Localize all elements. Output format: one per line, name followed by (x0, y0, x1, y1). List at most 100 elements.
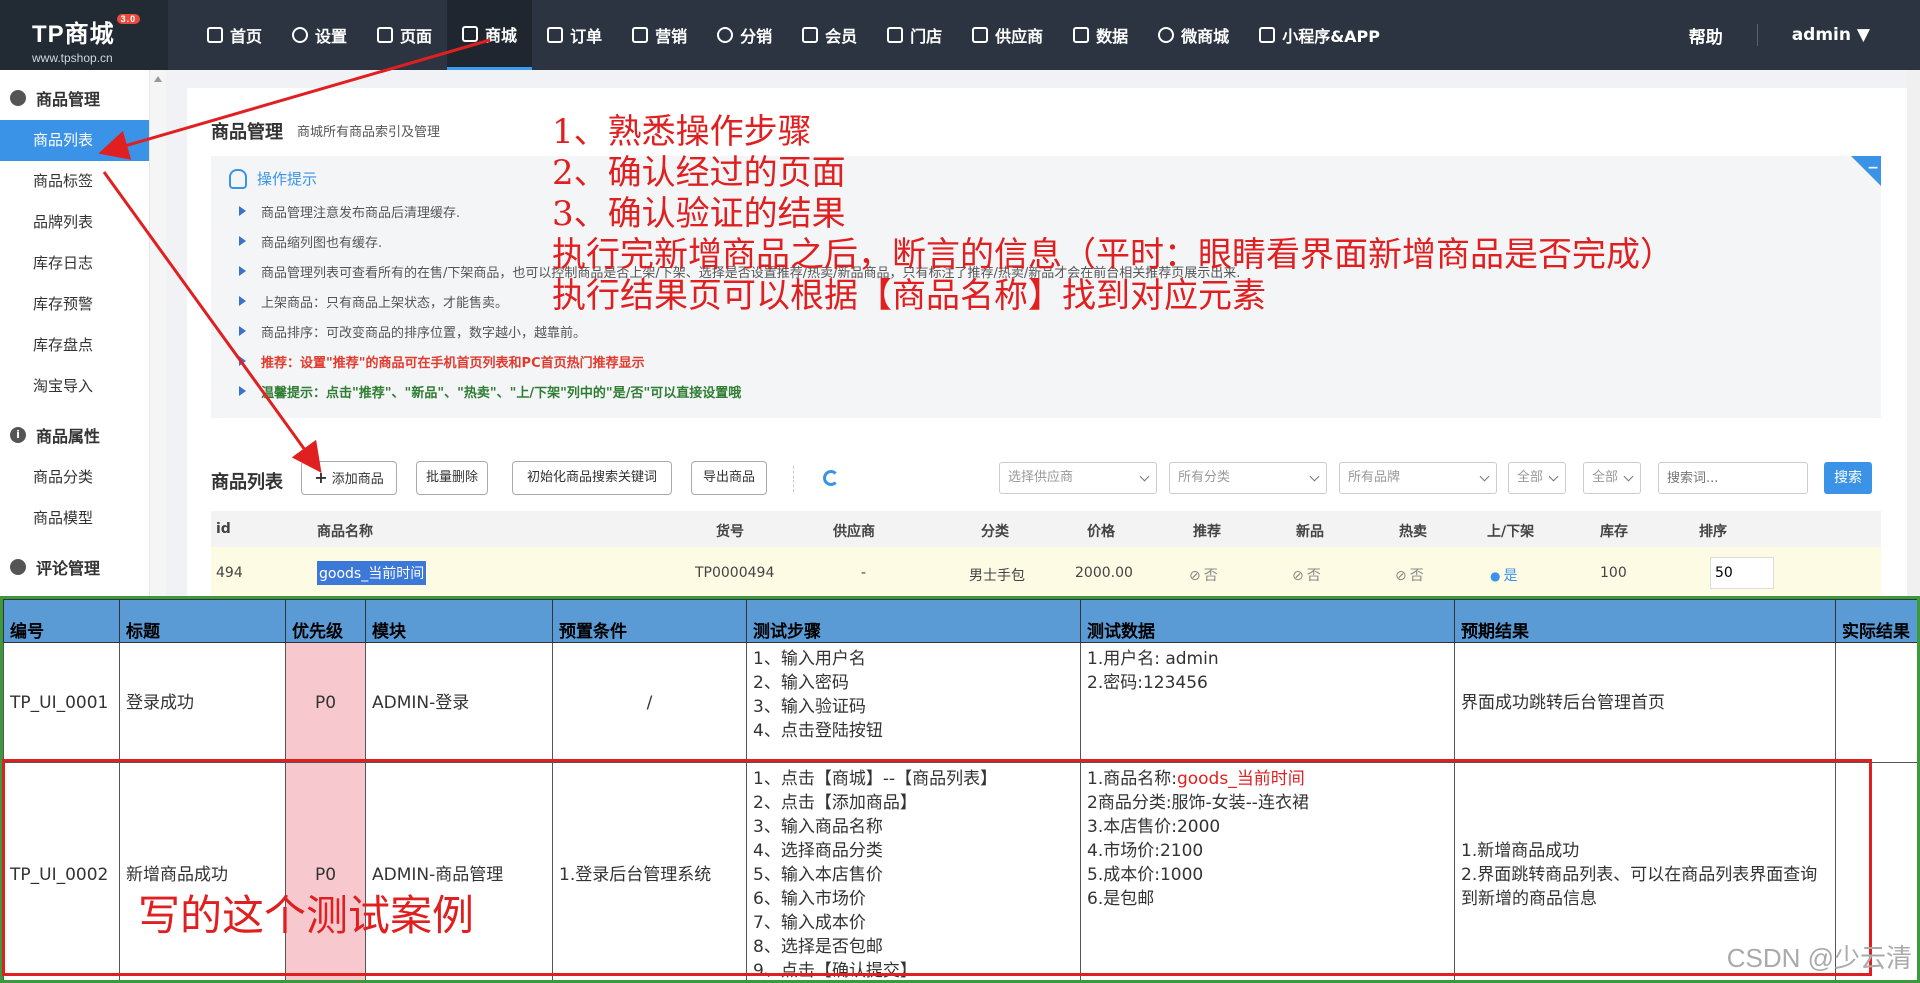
expected-line: 2.界面跳转商品列表、可以在商品列表界面查询到新增的商品信息 (1461, 865, 1818, 909)
nav-orders[interactable]: 订单 (532, 0, 617, 70)
logo-name: TP商城 (32, 21, 115, 48)
cell-goods-name[interactable]: goods_当前时间 (317, 561, 427, 585)
cube-icon (1259, 27, 1276, 43)
refresh-icon[interactable] (823, 470, 839, 486)
step-line: 8、选择是否包邮 (753, 937, 883, 957)
cell-id: 494 (216, 565, 243, 581)
sidebar-item-taobao-import[interactable]: 淘宝导入 (0, 366, 149, 407)
nav-home[interactable]: 首页 (192, 0, 277, 70)
goods-table-header: id 商品名称 货号 供应商 分类 价格 推荐 新品 热卖 上/下架 库存 排序 (211, 511, 1881, 547)
nav-right: 帮助 admin ▼ (1689, 0, 1870, 70)
sidebar-item-stock-alert[interactable]: 库存预警 (0, 284, 149, 325)
col-recommend[interactable]: 推荐 (1193, 521, 1221, 541)
logo-url: www.tpshop.cn (32, 51, 113, 65)
sidebar-group-comments[interactable]: 评论管理 (0, 545, 149, 589)
step-line: 7、输入成本价 (753, 913, 866, 933)
comment-icon (10, 559, 26, 575)
page-icon (377, 27, 394, 43)
collapse-toggle[interactable]: − (1851, 156, 1881, 186)
sidebar-item-goods-tags[interactable]: 商品标签 (0, 161, 149, 202)
search-input[interactable] (1658, 462, 1808, 494)
col-category[interactable]: 分类 (981, 521, 1009, 541)
col-on-sale[interactable]: 上/下架 (1487, 521, 1534, 541)
home-icon (207, 27, 223, 43)
nav-divider (1756, 24, 1758, 46)
col-new[interactable]: 新品 (1296, 521, 1324, 541)
supplier-select[interactable]: 选择供应商 (999, 462, 1157, 494)
col-id[interactable]: id (216, 521, 231, 537)
th-precondition: 预置条件 (552, 599, 747, 643)
col-supplier[interactable]: 供应商 (833, 521, 875, 541)
tip-item: 上架商品：只有商品上架状态，才能售卖。 (238, 292, 508, 311)
col-sort[interactable]: 排序 (1699, 521, 1727, 541)
nav-label: 数据 (1096, 27, 1129, 46)
tc-module: ADMIN-商品管理 (365, 762, 553, 980)
col-stock[interactable]: 库存 (1600, 521, 1628, 541)
nav-members[interactable]: 会员 (787, 0, 872, 70)
nav-label: 设置 (315, 27, 348, 46)
tc-module: ADMIN-登录 (365, 642, 553, 763)
gear-icon (292, 27, 309, 43)
button-label: 添加商品 (331, 472, 384, 487)
nav-marketing[interactable]: 营销 (617, 0, 702, 70)
batch-delete-button[interactable]: 批量删除 (416, 461, 488, 495)
page-scrollbar[interactable] (1907, 70, 1920, 600)
step-line: 5、输入本店售价 (753, 865, 883, 885)
main-panel: 商品管理 商城所有商品索引及管理 操作提示 商品管理注意发布商品后清理缓存. 商… (187, 88, 1907, 600)
user-menu[interactable]: admin ▼ (1792, 25, 1870, 45)
cell-new-toggle[interactable]: 否 (1292, 565, 1321, 585)
category-select[interactable]: 所有分类 (1169, 462, 1327, 494)
tip-item: 商品管理注意发布商品后清理缓存. (238, 202, 460, 221)
store-icon (887, 27, 904, 43)
info-icon: i (10, 427, 26, 443)
nav-mall[interactable]: 商城 (447, 0, 533, 70)
col-hot[interactable]: 热卖 (1399, 521, 1427, 541)
nav-wechat-mall[interactable]: 微商城 (1143, 0, 1244, 70)
logo[interactable]: TP商城3.0 www.tpshop.cn (0, 0, 168, 70)
tips-header[interactable]: 操作提示 (229, 168, 317, 189)
help-link[interactable]: 帮助 (1689, 23, 1723, 48)
add-goods-button[interactable]: + 添加商品 (301, 461, 397, 495)
sidebar-group-goods[interactable]: 商品管理 (0, 76, 149, 120)
type-select[interactable]: 全部 (1583, 462, 1641, 494)
nav-distribution[interactable]: 分销 (702, 0, 787, 70)
sort-input[interactable] (1710, 557, 1774, 589)
col-price[interactable]: 价格 (1087, 521, 1115, 541)
tc-steps: 1、输入用户名 2、输入密码 3、输入验证码 4、点击登陆按钮 (746, 642, 1081, 763)
cell-category: 男士手包 (969, 568, 1025, 584)
col-sn[interactable]: 货号 (716, 521, 744, 541)
cell-recommend-toggle[interactable]: 否 (1189, 565, 1218, 585)
th-steps: 测试步骤 (746, 599, 1081, 643)
nav-suppliers[interactable]: 供应商 (957, 0, 1058, 70)
cell-hot-toggle[interactable]: 否 (1395, 565, 1424, 585)
data-line: 3.本店售价:2000 (1087, 817, 1221, 837)
nav-settings[interactable]: 设置 (277, 0, 362, 70)
tip-item-hint: 温馨提示：点击"推荐"、"新品"、"热卖"、"上/下架"列中的"是/否"可以直接… (238, 382, 741, 401)
init-keywords-button[interactable]: 初始化商品搜索关键词 (512, 461, 672, 495)
nav-label: 分销 (740, 27, 773, 46)
scroll-up-icon (154, 76, 162, 82)
col-name[interactable]: 商品名称 (317, 521, 373, 541)
data-line-goods-name: 1.商品名称:goods_当前时间 (1087, 767, 1448, 791)
cell-on-sale-toggle[interactable]: 是 (1490, 565, 1517, 585)
tip-item-recommend: 推荐：设置"推荐"的商品可在手机首页列表和PC首页热门推荐显示 (239, 352, 645, 371)
nav-stores[interactable]: 门店 (872, 0, 957, 70)
sidebar-item-categories[interactable]: 商品分类 (0, 457, 149, 498)
sidebar-item-stock-check[interactable]: 库存盘点 (0, 325, 149, 366)
sidebar-item-stock-log[interactable]: 库存日志 (0, 243, 149, 284)
sidebar-scrollbar[interactable] (150, 70, 166, 600)
search-button[interactable]: 搜索 (1824, 462, 1872, 494)
nav-pages[interactable]: 页面 (362, 0, 447, 70)
sidebar-item-brands[interactable]: 品牌列表 (0, 202, 149, 243)
export-goods-button[interactable]: 导出商品 (691, 461, 767, 495)
sidebar-item-models[interactable]: 商品模型 (0, 498, 149, 539)
sidebar-item-goods-list[interactable]: 商品列表 (0, 120, 149, 161)
brand-select[interactable]: 所有品牌 (1339, 462, 1497, 494)
minus-icon: − (1867, 160, 1879, 176)
sidebar-group-attributes[interactable]: i 商品属性 (0, 413, 149, 457)
nav-data[interactable]: 数据 (1058, 0, 1143, 70)
step-line: 4、点击登陆按钮 (753, 721, 883, 741)
status-select[interactable]: 全部 (1508, 462, 1566, 494)
nav-miniapp[interactable]: 小程序&APP (1244, 0, 1395, 70)
nav-label: 小程序&APP (1282, 27, 1380, 46)
